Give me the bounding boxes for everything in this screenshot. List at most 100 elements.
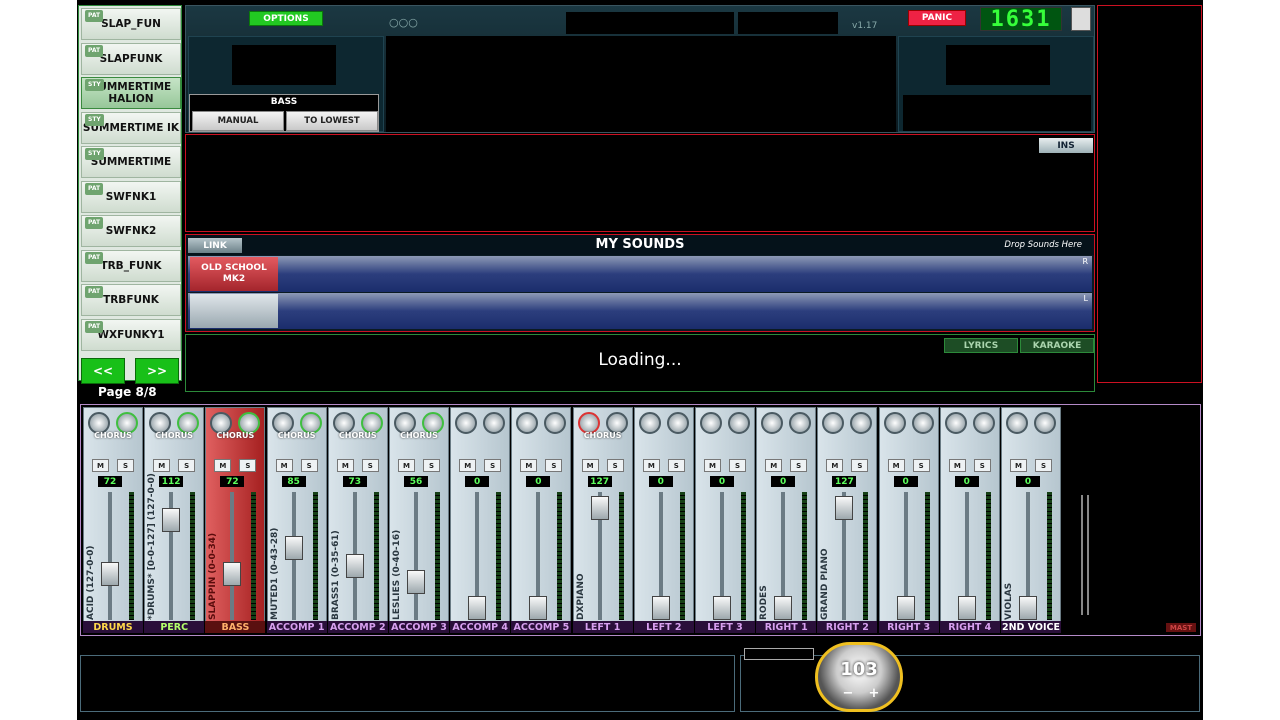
sound-lane-right[interactable]: 1 OLD SCHOOL MK2 R: [188, 256, 1092, 292]
preset-item[interactable]: PAT SWFNK2: [81, 215, 181, 247]
prev-page-button[interactable]: <<: [81, 358, 125, 384]
mute-button[interactable]: M: [642, 459, 660, 472]
solo-button[interactable]: S: [300, 459, 318, 472]
preset-item[interactable]: PAT SLAP_FUN: [81, 8, 181, 40]
volume-fader[interactable]: [1019, 596, 1037, 620]
solo-button[interactable]: S: [729, 459, 746, 472]
mute-button[interactable]: M: [398, 459, 415, 472]
karaoke-button[interactable]: KARAOKE: [1020, 338, 1094, 353]
mute-button[interactable]: M: [887, 459, 905, 472]
solo-button[interactable]: S: [545, 459, 563, 472]
volume-value: 0: [465, 476, 490, 487]
mute-button[interactable]: M: [336, 459, 354, 472]
solo-button[interactable]: S: [667, 459, 685, 472]
volume-fader[interactable]: [957, 596, 976, 620]
solo-button[interactable]: S: [117, 459, 134, 472]
sound-lane-left[interactable]: 1 L: [188, 293, 1092, 329]
mute-button[interactable]: M: [1010, 459, 1027, 472]
volume-fader[interactable]: [774, 596, 793, 620]
reverb-knob[interactable]: [789, 412, 812, 434]
pan-knob[interactable]: [822, 412, 845, 434]
reverb-knob[interactable]: [911, 412, 934, 434]
effect-label: CHORUS: [277, 431, 316, 440]
mute-button[interactable]: M: [948, 459, 966, 472]
pan-knob[interactable]: [761, 412, 784, 434]
preset-item[interactable]: PAT WXFUNKY1: [81, 318, 181, 351]
solo-button[interactable]: S: [484, 459, 502, 472]
volume-fader[interactable]: [101, 561, 119, 586]
reverb-knob[interactable]: [483, 412, 506, 434]
reverb-knob[interactable]: [850, 412, 873, 434]
tempo-minus-button[interactable]: −: [838, 685, 858, 701]
reverb-knob[interactable]: [972, 412, 995, 434]
preset-type-badge: PAT: [85, 10, 104, 22]
voice-name: ACID (127-0-0): [86, 545, 96, 620]
pan-knob[interactable]: [516, 412, 539, 434]
manual-button[interactable]: MANUAL: [192, 111, 284, 131]
volume-fader[interactable]: [407, 570, 425, 594]
reverb-knob[interactable]: [666, 412, 689, 434]
volume-fader[interactable]: [590, 496, 609, 521]
solo-button[interactable]: S: [790, 459, 808, 472]
volume-fader[interactable]: [651, 596, 670, 620]
mute-button[interactable]: M: [520, 459, 538, 472]
solo-button[interactable]: S: [178, 459, 196, 472]
pan-knob[interactable]: [638, 412, 661, 434]
storage-icon[interactable]: [1071, 7, 1091, 31]
sound-chip[interactable]: OLD SCHOOL MK2: [190, 257, 278, 291]
to-lowest-button[interactable]: TO LOWEST: [286, 111, 378, 131]
pan-knob[interactable]: [1006, 412, 1028, 434]
options-button[interactable]: OPTIONS: [249, 11, 323, 26]
reverb-knob[interactable]: [728, 412, 750, 434]
preset-item[interactable]: PAT TRB_FUNK: [81, 249, 181, 282]
tempo-dial[interactable]: 103 − +: [815, 642, 903, 712]
volume-fader[interactable]: [529, 596, 548, 620]
volume-fader[interactable]: [223, 561, 242, 586]
reverb-knob[interactable]: [544, 412, 567, 434]
tempo-plus-button[interactable]: +: [864, 685, 884, 701]
lyrics-button[interactable]: LYRICS: [944, 338, 1018, 353]
solo-button[interactable]: S: [423, 459, 440, 472]
volume-fader[interactable]: [345, 554, 364, 579]
mute-button[interactable]: M: [459, 459, 477, 472]
preset-item[interactable]: PAT SLAPFUNK: [81, 42, 181, 75]
preset-item[interactable]: STY SUMMERTIME HALION: [81, 77, 181, 109]
volume-fader[interactable]: [468, 596, 487, 620]
preset-item[interactable]: PAT TRBFUNK: [81, 284, 181, 316]
ins-button[interactable]: INS: [1039, 138, 1093, 153]
pan-knob[interactable]: [455, 412, 478, 434]
mute-button[interactable]: M: [765, 459, 783, 472]
solo-button[interactable]: S: [239, 459, 257, 472]
volume-fader[interactable]: [896, 596, 915, 620]
preset-item[interactable]: STY SUMMERTIME: [81, 146, 181, 178]
volume-fader[interactable]: [162, 507, 181, 532]
preset-item[interactable]: STY SUMMERTIME IK: [81, 111, 181, 144]
volume-fader[interactable]: [835, 496, 854, 521]
app-window: PAT WXFUNKY1 PAT TRBFUNK PAT TRB_FUNK PAT SWFNK…: [0, 0, 1280, 720]
mute-button[interactable]: M: [214, 459, 232, 472]
solo-button[interactable]: S: [1035, 459, 1052, 472]
empty-sound-slot[interactable]: [190, 294, 278, 328]
solo-button[interactable]: S: [912, 459, 930, 472]
solo-button[interactable]: S: [851, 459, 869, 472]
mute-button[interactable]: M: [153, 459, 171, 472]
mixer-channel: MS 0: [633, 407, 694, 633]
preset-item[interactable]: PAT SWFNK1: [81, 180, 181, 213]
next-page-button[interactable]: >>: [135, 358, 179, 384]
mute-button[interactable]: M: [704, 459, 721, 472]
volume-fader[interactable]: [713, 596, 731, 620]
mute-button[interactable]: M: [92, 459, 109, 472]
reverb-knob[interactable]: [1034, 412, 1056, 434]
mute-button[interactable]: M: [826, 459, 844, 472]
volume-fader[interactable]: [284, 535, 303, 560]
pan-knob[interactable]: [883, 412, 906, 434]
display-box: [566, 12, 734, 34]
pan-knob[interactable]: [944, 412, 967, 434]
mute-button[interactable]: M: [581, 459, 599, 472]
solo-button[interactable]: S: [606, 459, 624, 472]
panic-button[interactable]: PANIC: [908, 10, 966, 26]
solo-button[interactable]: S: [361, 459, 379, 472]
pan-knob[interactable]: [700, 412, 722, 434]
solo-button[interactable]: S: [973, 459, 991, 472]
mute-button[interactable]: M: [275, 459, 293, 472]
